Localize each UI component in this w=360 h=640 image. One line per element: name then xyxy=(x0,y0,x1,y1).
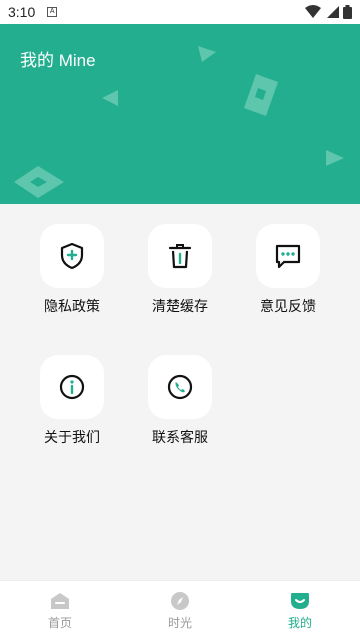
privacy-policy-button[interactable]: 隐私政策 xyxy=(27,224,117,324)
page-title: 我的 Mine xyxy=(20,51,96,70)
tile-label: 隐私政策 xyxy=(44,299,100,315)
clear-cache-button[interactable]: 清楚缓存 xyxy=(135,224,225,324)
signal-icon xyxy=(327,6,339,18)
decorative-diamond-icon xyxy=(14,166,64,198)
decorative-diamond-icon xyxy=(244,74,278,116)
tile-icon-box xyxy=(256,224,320,288)
profile-header: 我的 Mine xyxy=(0,24,360,204)
tab-label: 时光 xyxy=(167,615,192,630)
trash-icon xyxy=(168,244,192,269)
decorative-triangle-icon xyxy=(102,90,118,106)
tile-label: 清楚缓存 xyxy=(152,299,208,315)
bottom-tab-bar: 首页 时光 我的 xyxy=(0,580,360,640)
message-dots-icon xyxy=(275,244,301,269)
tab-mine[interactable]: 我的 xyxy=(240,581,360,640)
about-us-button[interactable]: 关于我们 xyxy=(27,355,117,455)
tab-home[interactable]: 首页 xyxy=(0,581,120,640)
tile-icon-box xyxy=(148,224,212,288)
decorative-triangle-icon xyxy=(198,46,216,62)
tile-icon-box xyxy=(40,355,104,419)
tile-icon-box xyxy=(148,355,212,419)
shield-plus-icon xyxy=(60,242,84,270)
info-icon xyxy=(59,374,85,400)
tile-label: 联系客服 xyxy=(152,430,208,446)
tile-label: 意见反馈 xyxy=(260,299,316,315)
decorative-triangle-icon xyxy=(326,150,344,166)
tab-label: 首页 xyxy=(47,615,72,630)
notification-icon: A xyxy=(47,7,58,17)
tile-label: 关于我们 xyxy=(44,430,100,446)
feedback-button[interactable]: 意见反馈 xyxy=(243,224,333,324)
tab-label: 我的 xyxy=(287,615,312,630)
compass-icon xyxy=(171,591,189,610)
tile-icon-box xyxy=(40,224,104,288)
status-time: 3:10 xyxy=(8,4,36,20)
status-bar: 3:10 A xyxy=(0,0,360,24)
battery-icon xyxy=(343,5,352,19)
phone-icon xyxy=(167,374,193,400)
contact-service-button[interactable]: 联系客服 xyxy=(135,355,225,455)
home-icon xyxy=(51,592,69,609)
wifi-icon xyxy=(305,5,321,18)
tab-time[interactable]: 时光 xyxy=(120,581,240,640)
face-icon xyxy=(291,592,309,609)
status-indicators xyxy=(305,5,352,19)
